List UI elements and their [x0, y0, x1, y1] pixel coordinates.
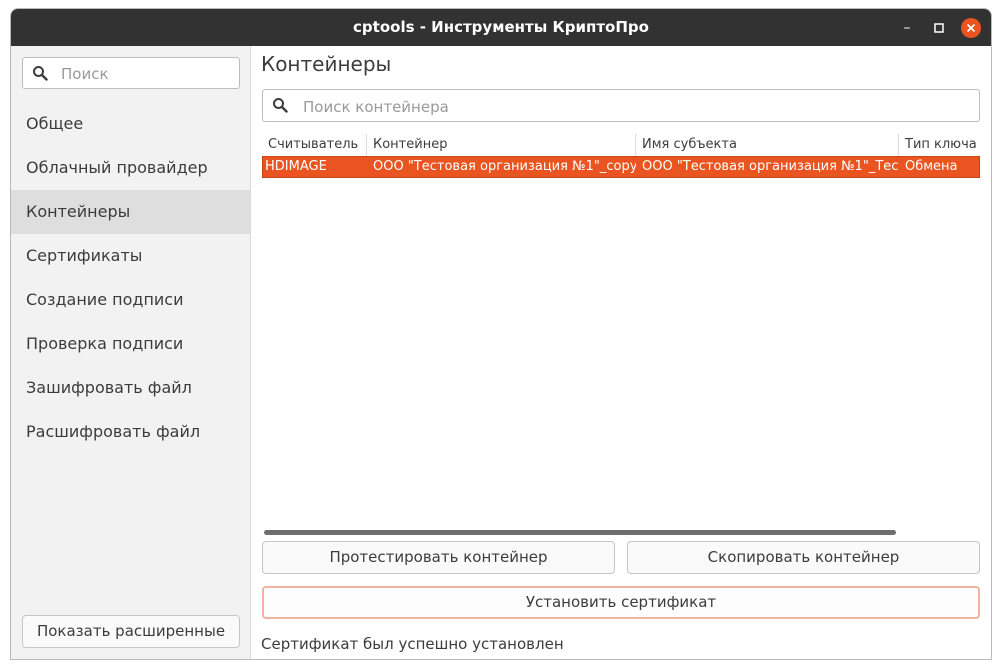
page-title: Контейнеры [261, 52, 392, 76]
sidebar: Общее Облачный провайдер Контейнеры Серт… [11, 46, 251, 659]
column-header-subject-name[interactable]: Имя субъекта [635, 134, 898, 156]
close-icon [966, 23, 976, 33]
test-container-button[interactable]: Протестировать контейнер [262, 541, 615, 574]
container-search-input[interactable] [301, 93, 965, 120]
table-row[interactable]: HDIMAGE ООО "Тестовая организация №1"_co… [262, 156, 980, 178]
sidebar-item-create-signature[interactable]: Создание подписи [11, 278, 250, 322]
sidebar-nav: Общее Облачный провайдер Контейнеры Серт… [11, 102, 250, 454]
copy-container-button[interactable]: Скопировать контейнер [627, 541, 980, 574]
container-search[interactable] [262, 89, 980, 122]
table-header: Считыватель Контейнер Имя субъекта Тип к… [262, 134, 980, 156]
column-header-reader[interactable]: Считыватель [262, 134, 366, 156]
cell-container: ООО "Тестовая организация №1"_copy [373, 159, 636, 174]
column-header-key-type[interactable]: Тип ключа [898, 134, 980, 156]
sidebar-search-input[interactable] [59, 61, 233, 87]
sidebar-item-cloud-provider[interactable]: Облачный провайдер [11, 146, 250, 190]
column-header-container[interactable]: Контейнер [366, 134, 635, 156]
sidebar-search[interactable] [22, 57, 240, 89]
search-icon [33, 66, 48, 81]
app-window: cptools - Инструменты КриптоПро – Общее … [10, 8, 992, 660]
window-title: cptools - Инструменты КриптоПро [353, 18, 649, 36]
sidebar-item-containers[interactable]: Контейнеры [11, 190, 250, 234]
close-button[interactable] [961, 18, 981, 38]
minimize-button[interactable]: – [896, 17, 918, 39]
sidebar-item-certificates[interactable]: Сертификаты [11, 234, 250, 278]
sidebar-item-general[interactable]: Общее [11, 102, 250, 146]
cell-reader: HDIMAGE [265, 159, 327, 174]
main-panel: Контейнеры Считыватель Контейнер Имя суб… [251, 46, 991, 659]
containers-table: Считыватель Контейнер Имя субъекта Тип к… [262, 134, 980, 178]
install-certificate-button[interactable]: Установить сертификат [262, 586, 980, 619]
sidebar-item-decrypt-file[interactable]: Расшифровать файл [11, 410, 250, 454]
search-icon [273, 98, 288, 113]
sidebar-item-verify-signature[interactable]: Проверка подписи [11, 322, 250, 366]
cell-key-type: Обмена [905, 159, 958, 174]
show-advanced-button[interactable]: Показать расширенные [22, 615, 240, 648]
status-message: Сертификат был успешно установлен [261, 635, 564, 653]
title-bar[interactable]: cptools - Инструменты КриптоПро – [11, 9, 991, 46]
horizontal-scrollbar[interactable] [264, 530, 896, 535]
cell-subject-name: ООО "Тестовая организация №1"_Тест_ [642, 159, 899, 174]
sidebar-item-encrypt-file[interactable]: Зашифровать файл [11, 366, 250, 410]
maximize-button[interactable] [928, 17, 950, 39]
maximize-icon [934, 23, 944, 33]
